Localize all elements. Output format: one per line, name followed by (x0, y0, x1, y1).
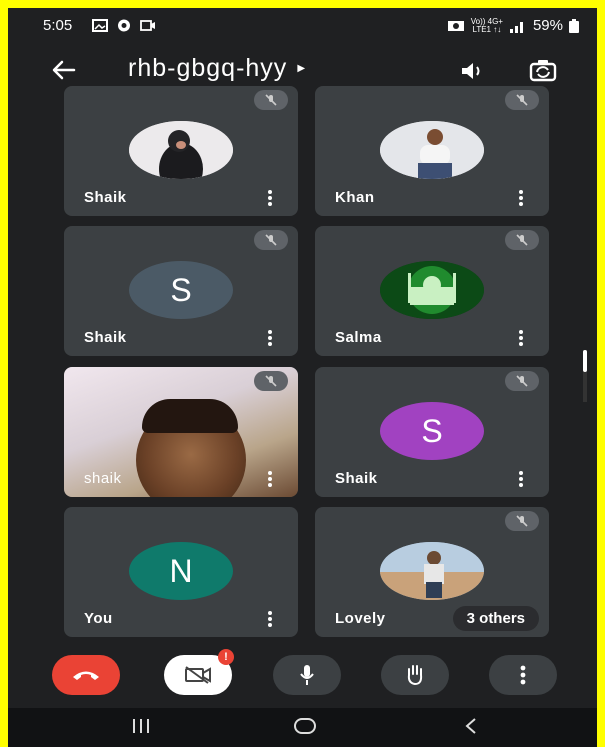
back-arrow-icon[interactable] (50, 56, 78, 84)
camera-alert-badge: ! (218, 649, 234, 665)
participant-avatar-photo (129, 121, 233, 179)
gallery-icon (92, 19, 108, 32)
more-options-button[interactable] (489, 655, 557, 695)
muted-mic-icon (505, 511, 539, 531)
phone-hangup-icon (73, 671, 99, 680)
participant-tile[interactable]: S Shaik (64, 226, 298, 356)
shield-icon (118, 19, 130, 32)
muted-mic-icon (254, 90, 288, 110)
more-options-icon[interactable] (264, 611, 276, 627)
muted-mic-icon (254, 371, 288, 391)
more-options-icon[interactable] (264, 330, 276, 346)
muted-mic-icon (505, 230, 539, 250)
participant-name: shaik (84, 470, 122, 487)
more-options-icon[interactable] (515, 471, 527, 487)
participant-tile[interactable]: Lovely 3 others (315, 507, 549, 637)
participant-avatar-initial: S (380, 402, 484, 460)
status-bar: 5:05 Vo)) 4G+ LTE1 ↑↓ 59% (8, 8, 597, 42)
raise-hand-icon (407, 665, 423, 686)
meeting-title-button[interactable]: rhb-gbgq-hyy ▶ (128, 54, 305, 83)
microphone-button[interactable] (273, 655, 341, 695)
participant-name: Khan (335, 189, 375, 206)
end-call-button[interactable] (52, 655, 120, 695)
more-options-icon[interactable] (264, 190, 276, 206)
video-icon (140, 20, 155, 31)
participant-name: Lovely (335, 610, 386, 627)
participant-avatar-photo (380, 542, 484, 600)
participant-avatar-photo (380, 121, 484, 179)
microphone-icon (300, 665, 314, 685)
participant-tile[interactable]: S Shaik (315, 367, 549, 497)
participant-name: Shaik (84, 329, 127, 346)
speaker-icon[interactable] (460, 60, 486, 82)
back-icon[interactable] (463, 716, 479, 736)
participant-tile-video[interactable]: shaik (64, 367, 298, 497)
system-nav-bar (8, 708, 597, 747)
recents-icon[interactable] (130, 716, 152, 736)
battery-icon (569, 18, 579, 33)
scrollbar-thumb[interactable] (583, 350, 587, 372)
participant-name: Salma (335, 329, 382, 346)
participant-avatar-initial: N (129, 542, 233, 600)
participant-name: Shaik (335, 470, 378, 487)
more-options-icon[interactable] (515, 330, 527, 346)
signal-icon (509, 21, 523, 33)
more-options-icon[interactable] (515, 190, 527, 206)
video-hair (142, 399, 238, 433)
participant-tile[interactable]: Khan (315, 86, 549, 216)
status-time: 5:05 (43, 17, 73, 34)
camera-off-icon (185, 666, 211, 684)
switch-camera-icon[interactable] (528, 58, 558, 82)
scrollbar[interactable] (583, 350, 587, 402)
camera-off-button[interactable]: ! (164, 649, 234, 695)
participant-tile[interactable]: Shaik (64, 86, 298, 216)
home-icon[interactable] (293, 716, 317, 736)
participant-avatar-photo (380, 261, 484, 319)
participant-tile-self[interactable]: N You (64, 507, 298, 637)
more-vert-icon (520, 665, 526, 685)
battery-percent: 59% (532, 17, 563, 34)
muted-mic-icon (505, 371, 539, 391)
participant-tile[interactable]: Salma (315, 226, 549, 356)
muted-mic-icon (254, 230, 288, 250)
muted-mic-icon (505, 90, 539, 110)
participant-name: You (84, 610, 113, 627)
network-label: Vo)) 4G+ LTE1 ↑↓ (470, 16, 503, 34)
participant-name: Shaik (84, 189, 127, 206)
raise-hand-button[interactable] (381, 655, 449, 695)
alarm-icon (447, 20, 464, 31)
more-options-icon[interactable] (264, 471, 276, 487)
phone-screen: 5:05 Vo)) 4G+ LTE1 ↑↓ 59% rhb-gbgq-hyy ▶ (8, 8, 597, 747)
status-right: Vo)) 4G+ LTE1 ↑↓ 59% (447, 17, 579, 34)
meeting-code: rhb-gbgq-hyy (128, 54, 288, 82)
others-pill[interactable]: 3 others (452, 606, 539, 631)
participant-avatar-initial: S (129, 261, 233, 319)
caret-right-icon: ▶ (297, 63, 306, 74)
